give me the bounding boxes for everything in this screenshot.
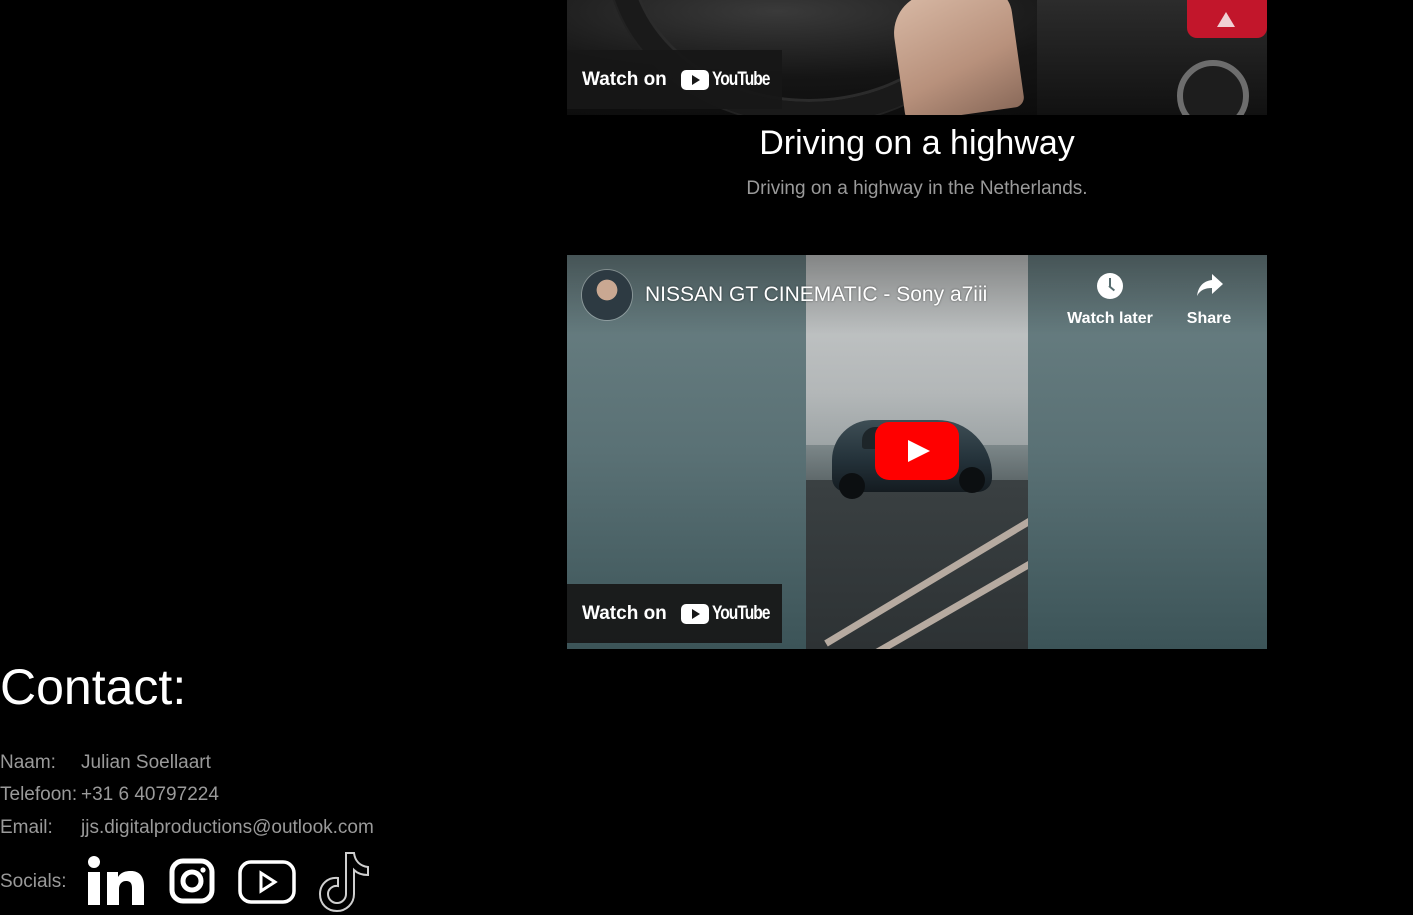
car-wheel xyxy=(959,467,985,493)
youtube-logo: YouTube xyxy=(680,68,782,91)
youtube-icon[interactable] xyxy=(238,860,296,909)
contact-value: Julian Soellaart xyxy=(81,752,211,773)
watch-on-youtube-button[interactable]: Watch on YouTube xyxy=(567,50,782,109)
video-description: Driving on a highway in the Netherlands. xyxy=(746,178,1088,199)
hand-image xyxy=(888,0,1026,115)
youtube-play-icon xyxy=(680,69,709,90)
road-image xyxy=(806,480,1028,649)
linkedin-icon[interactable] xyxy=(87,856,145,911)
watch-on-label: Watch on xyxy=(582,68,667,90)
hazard-icon xyxy=(1217,12,1235,27)
watch-on-youtube-button[interactable]: Watch on YouTube xyxy=(567,584,782,643)
clock-icon xyxy=(1097,273,1123,299)
video-title-link[interactable]: NISSAN GT CINEMATIC - Sony a7iii xyxy=(645,283,987,307)
watch-later-button[interactable]: Watch later xyxy=(1060,270,1160,328)
watch-on-label: Watch on xyxy=(582,602,667,624)
youtube-logo: YouTube xyxy=(680,602,782,625)
contact-heading: Contact: xyxy=(0,659,187,715)
video-embed-nissan[interactable]: NISSAN GT CINEMATIC - Sony a7iii Watch l… xyxy=(567,255,1267,649)
contact-label: Naam: xyxy=(0,752,56,773)
youtube-play-icon xyxy=(680,603,709,624)
tiktok-icon[interactable] xyxy=(316,850,374,915)
share-button[interactable]: Share xyxy=(1159,270,1259,328)
contact-label: Email: xyxy=(0,817,53,838)
instagram-icon[interactable] xyxy=(169,858,215,909)
youtube-wordmark: YouTube xyxy=(711,602,770,624)
watch-later-label: Watch later xyxy=(1067,310,1153,327)
road-line xyxy=(859,528,1028,649)
socials-label: Socials: xyxy=(0,871,67,892)
contact-value[interactable]: +31 6 40797224 xyxy=(81,784,219,806)
contact-label: Telefoon: xyxy=(0,784,78,805)
channel-avatar[interactable] xyxy=(582,270,632,320)
video-embed-highway[interactable]: Watch on YouTube xyxy=(567,0,1267,115)
contact-value[interactable]: jjs.digitalproductions@outlook.com xyxy=(81,817,374,839)
page: Watch on YouTube Driving on a highway Dr… xyxy=(0,0,1413,915)
youtube-wordmark: YouTube xyxy=(711,68,770,90)
play-button[interactable] xyxy=(875,422,959,480)
share-icon xyxy=(1197,274,1223,296)
share-label: Share xyxy=(1186,310,1232,327)
video-title: Driving on a highway xyxy=(759,124,1075,162)
car-wheel xyxy=(839,473,865,499)
